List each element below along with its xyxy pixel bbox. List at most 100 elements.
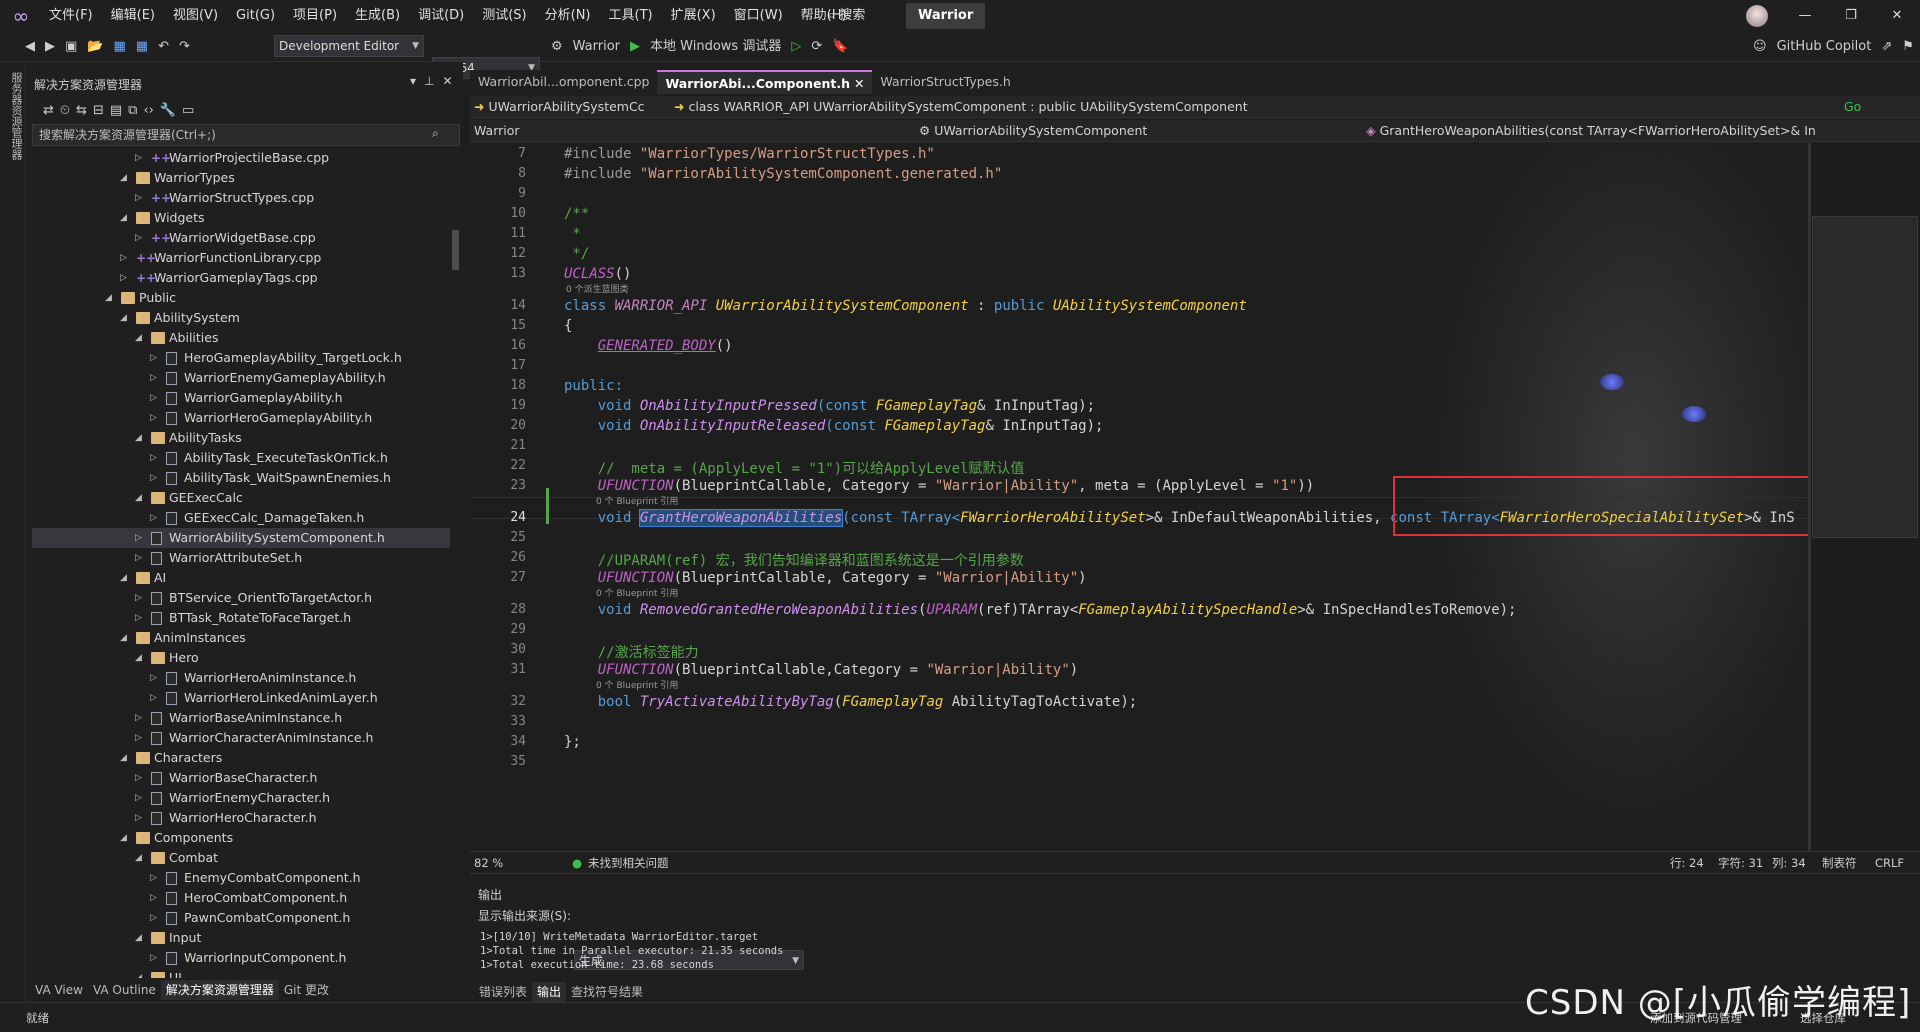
tree-item[interactable]: ▷ WarriorAbilitySystemComponent.h xyxy=(32,528,452,548)
share-icon[interactable]: ⇗ xyxy=(1878,36,1895,58)
tree-item[interactable]: ▷ ++ WarriorFunctionLibrary.cpp xyxy=(32,248,452,268)
preview-icon[interactable]: ▭ xyxy=(179,100,197,122)
tree-item[interactable]: ▷ ++ WarriorWidgetBase.cpp xyxy=(32,228,452,248)
collapsed-caret-icon[interactable]: ▷ xyxy=(135,528,142,548)
tree-item[interactable]: ◢ AI xyxy=(32,568,452,588)
menu-item[interactable]: 视图(V) xyxy=(164,0,227,32)
explorer-tab[interactable]: VA View xyxy=(30,980,88,1000)
bookmark-icon[interactable]: 🔖 xyxy=(829,36,851,58)
collapsed-caret-icon[interactable]: ▷ xyxy=(135,188,142,208)
tree-item[interactable]: ▷ ++ WarriorStructTypes.cpp xyxy=(32,188,452,208)
expanded-caret-icon[interactable]: ◢ xyxy=(135,328,142,348)
configuration-select[interactable]: Development Editor ▼ xyxy=(274,35,424,57)
startup-project[interactable]: Warrior xyxy=(570,36,623,58)
collapsed-caret-icon[interactable]: ▷ xyxy=(150,348,157,368)
issues-status[interactable]: 未找到相关问题 xyxy=(588,852,669,874)
tree-item[interactable]: ▷ WarriorGameplayAbility.h xyxy=(32,388,452,408)
collapse-all-icon[interactable]: ⊟ xyxy=(90,100,107,122)
collapsed-caret-icon[interactable]: ▷ xyxy=(150,888,157,908)
tree-item[interactable]: ▷ BTTask_RotateToFaceTarget.h xyxy=(32,608,452,628)
tree-scrollbar-thumb[interactable] xyxy=(452,230,459,270)
tree-item[interactable]: ▷ WarriorBaseCharacter.h xyxy=(32,768,452,788)
eol-indicator[interactable]: CRLF xyxy=(1875,852,1904,874)
tree-item[interactable]: ▷ WarriorBaseAnimInstance.h xyxy=(32,708,452,728)
collapsed-caret-icon[interactable]: ▷ xyxy=(150,508,157,528)
solution-name-badge[interactable]: Warrior xyxy=(906,3,986,29)
code-icon[interactable]: ‹› xyxy=(140,100,156,122)
expanded-caret-icon[interactable]: ◢ xyxy=(135,428,142,448)
tree-item[interactable]: ◢ GEExecCalc xyxy=(32,488,452,508)
tree-item[interactable]: ◢ AnimInstances xyxy=(32,628,452,648)
line-indicator[interactable]: 行: 24 xyxy=(1670,852,1704,874)
expanded-caret-icon[interactable]: ◢ xyxy=(120,748,127,768)
open-file-icon[interactable]: 📂 xyxy=(84,36,106,58)
start-debug-icon[interactable]: ▶ xyxy=(627,36,643,58)
menu-item[interactable]: 项目(P) xyxy=(284,0,346,32)
tree-item[interactable]: ◢ WarriorTypes xyxy=(32,168,452,188)
explorer-tab[interactable]: 解决方案资源管理器 xyxy=(160,980,279,1000)
char-indicator[interactable]: 字符: 31 xyxy=(1718,852,1763,874)
collapsed-caret-icon[interactable]: ▷ xyxy=(135,728,142,748)
sync-icon[interactable]: ⇆ xyxy=(73,100,90,122)
menu-item[interactable]: 测试(S) xyxy=(473,0,535,32)
collapsed-caret-icon[interactable]: ▷ xyxy=(135,608,142,628)
tree-item[interactable]: ▷ GEExecCalc_DamageTaken.h xyxy=(32,508,452,528)
menu-item[interactable]: 生成(B) xyxy=(346,0,409,32)
tree-item[interactable]: ▷ HeroGameplayAbility_TargetLock.h xyxy=(32,348,452,368)
expanded-caret-icon[interactable]: ◢ xyxy=(135,928,142,948)
tree-item[interactable]: ◢ Widgets xyxy=(32,208,452,228)
expanded-caret-icon[interactable]: ◢ xyxy=(135,488,142,508)
tree-item[interactable]: ▷ AbilityTask_ExecuteTaskOnTick.h xyxy=(32,448,452,468)
tree-item[interactable]: ◢ Characters xyxy=(32,748,452,768)
tree-item[interactable]: ◢ Abilities xyxy=(32,328,452,348)
tree-item[interactable]: ▷ ++ WarriorGameplayTags.cpp xyxy=(32,268,452,288)
account-avatar[interactable] xyxy=(1746,5,1768,27)
class-signature-combo[interactable]: ➜ class WARRIOR_API UWarriorAbilitySyste… xyxy=(670,97,1840,117)
save-all-icon[interactable]: ▦ xyxy=(133,36,151,58)
collapsed-caret-icon[interactable]: ▷ xyxy=(135,708,142,728)
menu-item[interactable]: 窗口(W) xyxy=(725,0,792,32)
tree-item[interactable]: ▷ BTService_OrientToTargetActor.h xyxy=(32,588,452,608)
tree-item[interactable]: ▷ WarriorHeroLinkedAnimLayer.h xyxy=(32,688,452,708)
zoom-level[interactable]: 82 % xyxy=(474,852,503,874)
col-indicator[interactable]: 列: 34 xyxy=(1772,852,1806,874)
menu-item[interactable]: 分析(N) xyxy=(536,0,600,32)
expanded-caret-icon[interactable]: ◢ xyxy=(120,628,127,648)
output-tab[interactable]: 错误列表 xyxy=(474,982,532,1002)
undo-icon[interactable]: ↶ xyxy=(155,36,172,58)
menu-item[interactable]: Git(G) xyxy=(227,0,284,32)
menu-item[interactable]: 编辑(E) xyxy=(102,0,164,32)
expanded-caret-icon[interactable]: ◢ xyxy=(135,848,142,868)
collapsed-caret-icon[interactable]: ▷ xyxy=(150,448,157,468)
tree-item[interactable]: ◢ AbilityTasks xyxy=(32,428,452,448)
expanded-caret-icon[interactable]: ◢ xyxy=(120,208,127,228)
project-combo[interactable]: ➜ UWarriorAbilitySystemCc xyxy=(470,97,670,117)
debugger-button[interactable]: 本地 Windows 调试器 xyxy=(647,36,784,58)
tree-item[interactable]: ▷ WarriorHeroGameplayAbility.h xyxy=(32,408,452,428)
tree-item[interactable]: ◢ Components xyxy=(32,828,452,848)
collapsed-caret-icon[interactable]: ▷ xyxy=(150,868,157,888)
expanded-caret-icon[interactable]: ◢ xyxy=(120,568,127,588)
collapsed-caret-icon[interactable]: ▷ xyxy=(135,788,142,808)
tree-item[interactable]: ◢ Input xyxy=(32,928,452,948)
tree-item[interactable]: ◢ Public xyxy=(32,288,452,308)
tree-item[interactable]: ▷ HeroCombatComponent.h xyxy=(32,888,452,908)
expanded-caret-icon[interactable]: ◢ xyxy=(120,308,127,328)
collapsed-caret-icon[interactable]: ▷ xyxy=(135,588,142,608)
close-icon[interactable]: ✕ xyxy=(442,74,452,88)
back-icon[interactable]: ◀ xyxy=(22,36,38,58)
collapsed-caret-icon[interactable]: ▷ xyxy=(150,688,157,708)
menu-item[interactable]: 调试(D) xyxy=(409,0,473,32)
restore-button[interactable]: ❐ xyxy=(1828,0,1874,32)
search-button[interactable]: ⌕ 搜索 xyxy=(822,4,871,28)
tabs-indicator[interactable]: 制表符 xyxy=(1822,852,1857,874)
show-all-files-icon[interactable]: ▤ xyxy=(107,100,125,122)
pin-icon[interactable]: ⊥ xyxy=(424,74,434,88)
tree-item[interactable]: ◢ UI xyxy=(32,968,452,978)
solution-search-input[interactable]: 搜索解决方案资源管理器(Ctrl+;) xyxy=(32,124,460,146)
tree-item[interactable]: ◢ Combat xyxy=(32,848,452,868)
switch-views-icon[interactable]: ⇄ xyxy=(40,100,57,122)
tree-scrollbar[interactable] xyxy=(450,148,460,978)
minimize-button[interactable]: — xyxy=(1782,0,1828,32)
collapsed-caret-icon[interactable]: ▷ xyxy=(135,228,142,248)
